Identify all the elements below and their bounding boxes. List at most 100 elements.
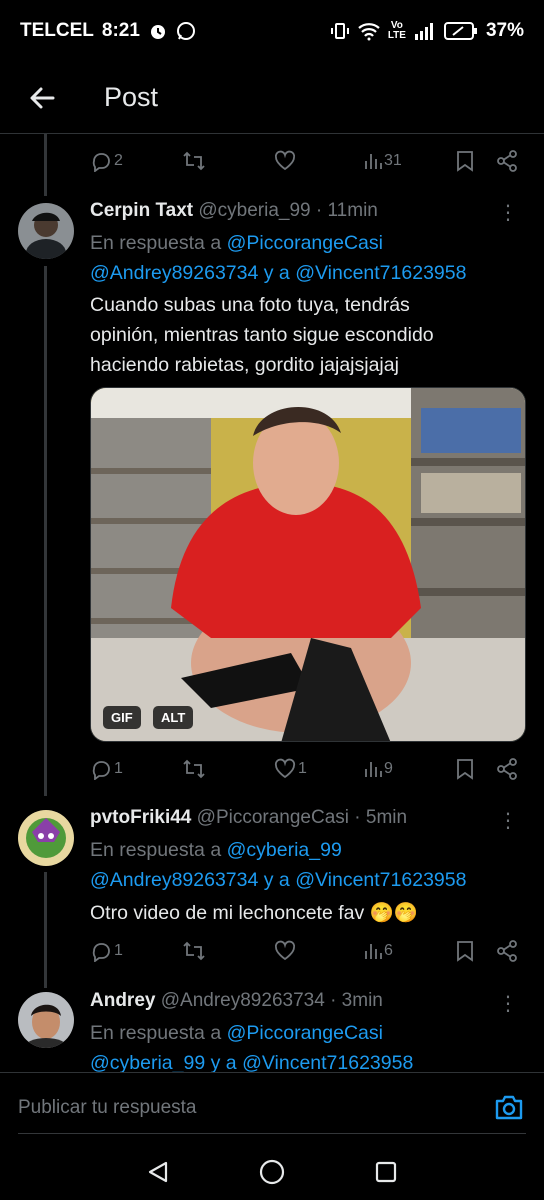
battery-percent: 37% xyxy=(485,20,524,41)
views-icon xyxy=(365,762,382,777)
mention-link[interactable]: @Andrey89263734 xyxy=(90,869,258,891)
reply-input[interactable]: Publicar tu respuesta xyxy=(18,1097,197,1119)
display-name[interactable]: Cerpin Taxt xyxy=(90,200,193,221)
nav-home-icon[interactable] xyxy=(259,1159,285,1185)
display-name[interactable]: pvtoFriki44 xyxy=(90,807,191,828)
reply-count: 1 xyxy=(114,942,123,959)
gif-media[interactable]: GIF ALT xyxy=(90,387,526,742)
status-bar: TELCEL 8:21 Vo LTE 37% xyxy=(0,0,544,62)
reply-context: En respuesta a @PiccorangeCasi @Andrey89… xyxy=(90,232,467,284)
arrow-left-icon xyxy=(30,87,55,108)
share-button[interactable] xyxy=(496,940,518,962)
mention-link[interactable]: @cyberia_99 xyxy=(227,839,342,861)
reply-count: 1 xyxy=(114,760,123,777)
whatsapp-icon xyxy=(176,22,195,40)
thread-line xyxy=(44,872,47,988)
tweet-header: pvtoFriki44 @PiccorangeCasi · 5min xyxy=(90,804,407,832)
mention-link[interactable]: @Vincent71623958 xyxy=(295,869,466,891)
divider xyxy=(18,1133,526,1134)
views-icon xyxy=(365,944,382,959)
more-options-icon[interactable]: ⋮ xyxy=(498,200,518,225)
avatar[interactable] xyxy=(18,992,74,1048)
like-button[interactable] xyxy=(274,150,296,172)
views-icon xyxy=(365,154,382,169)
bookmark-button[interactable] xyxy=(456,940,474,962)
mention-link[interactable]: @PiccorangeCasi xyxy=(227,232,383,254)
nav-back-icon[interactable] xyxy=(146,1160,170,1184)
timestamp: · 3min xyxy=(330,990,383,1011)
retweet-button[interactable] xyxy=(182,940,206,962)
bookmark-icon xyxy=(457,759,473,780)
page-title: Post xyxy=(104,82,159,112)
views-count: 6 xyxy=(384,942,393,959)
reply-context: En respuesta a @PiccorangeCasi @cyberia_… xyxy=(90,1022,414,1072)
reply-composer[interactable]: Publicar tu respuesta xyxy=(0,1072,544,1142)
reply-count: 2 xyxy=(114,152,123,169)
more-options-icon[interactable]: ⋮ xyxy=(498,808,518,833)
like-button[interactable]: 1 xyxy=(274,758,307,780)
tweet-text: Otro video de mi lechoncete fav 🤭🤭 xyxy=(90,902,419,924)
display-name[interactable]: Andrey xyxy=(90,990,155,1011)
system-nav-bar xyxy=(0,1142,544,1200)
reply-context: En respuesta a @cyberia_99 @Andrey892637… xyxy=(90,839,467,891)
thread-line xyxy=(44,134,47,196)
mention-link[interactable]: @Andrey89263734 xyxy=(90,262,258,284)
nav-recents-icon[interactable] xyxy=(375,1161,397,1183)
alarm-icon xyxy=(150,25,165,39)
more-options-icon[interactable]: ⋮ xyxy=(498,991,518,1016)
share-button[interactable] xyxy=(496,150,518,172)
volte-label: Vo LTE xyxy=(387,20,406,41)
heart-icon xyxy=(274,758,296,779)
signal-icon xyxy=(414,23,433,40)
avatar[interactable] xyxy=(18,203,74,259)
reply-icon xyxy=(92,943,110,962)
bookmark-button[interactable] xyxy=(456,758,474,780)
views-count: 31 xyxy=(384,152,402,169)
wifi-icon xyxy=(358,23,380,41)
mention-link[interactable]: @cyberia_99 xyxy=(90,1052,205,1072)
mention-link[interactable]: @Vincent71623958 xyxy=(295,262,466,284)
avatar-image xyxy=(18,810,74,866)
gif-image xyxy=(91,388,525,741)
timestamp: · 11min xyxy=(315,200,378,221)
heart-icon xyxy=(274,150,296,171)
share-icon xyxy=(497,758,517,780)
tweet-header: Cerpin Taxt @cyberia_99 · 11min xyxy=(90,197,378,225)
back-button[interactable] xyxy=(22,78,62,118)
reply-button[interactable]: 1 xyxy=(90,940,123,962)
username[interactable]: @PiccorangeCasi xyxy=(197,807,349,828)
reply-icon xyxy=(92,761,110,780)
share-button[interactable] xyxy=(496,758,518,780)
alt-badge[interactable]: ALT xyxy=(153,706,194,729)
bookmark-button[interactable] xyxy=(456,150,474,172)
camera-button[interactable] xyxy=(494,1093,524,1121)
like-count: 1 xyxy=(298,760,307,777)
tweet-text: Cuando subas una foto tuya, tendrás opin… xyxy=(90,294,434,376)
reply-button[interactable]: 1 xyxy=(90,758,123,780)
action-bar: 2 31 xyxy=(90,143,520,179)
mention-link[interactable]: @PiccorangeCasi xyxy=(227,1022,383,1044)
avatar[interactable] xyxy=(18,810,74,866)
reply-button[interactable]: 2 xyxy=(90,150,123,172)
username[interactable]: @Andrey89263734 xyxy=(161,990,325,1011)
retweet-button[interactable] xyxy=(182,758,206,780)
like-button[interactable] xyxy=(274,940,296,962)
views-button[interactable]: 6 xyxy=(364,941,393,961)
share-icon xyxy=(497,940,517,962)
reply-icon xyxy=(92,153,110,172)
username[interactable]: @cyberia_99 xyxy=(198,200,310,221)
avatar-image xyxy=(18,992,74,1048)
views-button[interactable]: 31 xyxy=(364,151,402,171)
vibrate-icon xyxy=(330,23,349,39)
retweet-button[interactable] xyxy=(182,150,206,172)
battery-icon xyxy=(443,22,477,40)
heart-icon xyxy=(274,940,296,961)
views-count: 9 xyxy=(384,760,393,777)
tweet-header: Andrey @Andrey89263734 · 3min xyxy=(90,987,383,1015)
action-bar: 1 6 xyxy=(90,933,520,969)
views-button[interactable]: 9 xyxy=(364,759,393,779)
gif-badge: GIF xyxy=(103,706,141,729)
mention-link[interactable]: @Vincent71623958 xyxy=(242,1052,413,1072)
thread-line xyxy=(44,266,47,796)
retweet-icon xyxy=(183,151,205,171)
